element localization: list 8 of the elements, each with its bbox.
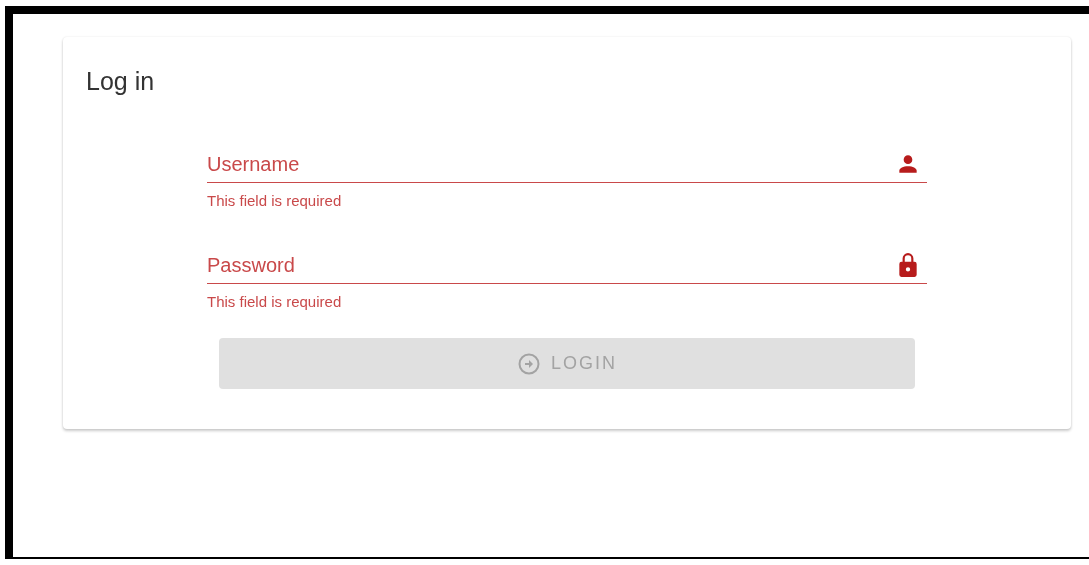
error-message: This field is required: [207, 293, 343, 310]
error-message: This field is required: [207, 192, 343, 209]
input-field[interactable]: Password: [207, 247, 927, 284]
card-title: Log in: [86, 67, 156, 96]
field-label: Password: [207, 253, 295, 277]
field-label: Username: [207, 152, 300, 176]
arrow-circle-icon: [517, 351, 541, 376]
input-field[interactable]: Username: [207, 146, 927, 183]
